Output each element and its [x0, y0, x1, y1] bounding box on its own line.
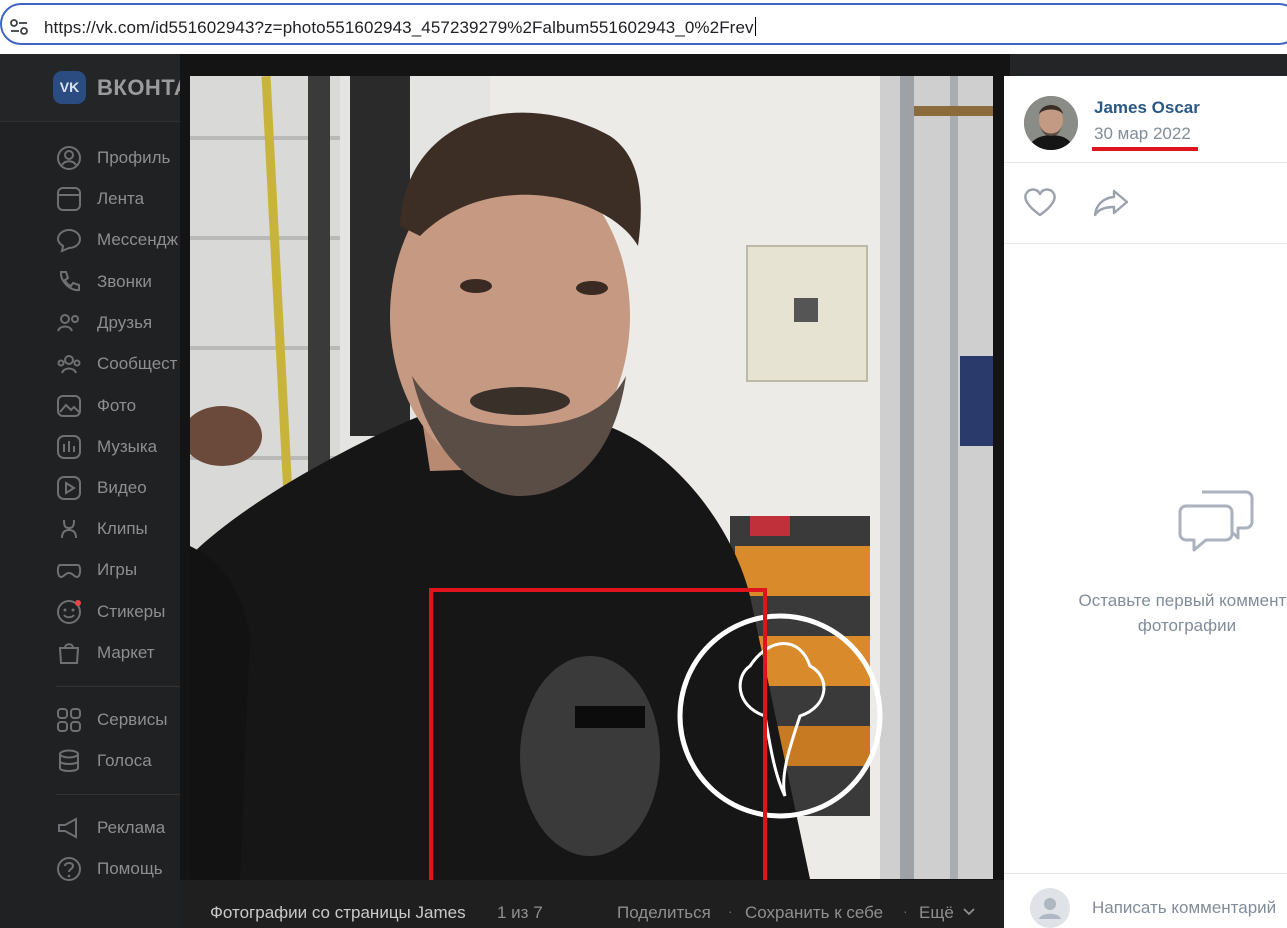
sidebar-item-friends[interactable]: Друзья — [56, 310, 196, 336]
site-settings-icon[interactable] — [10, 19, 28, 35]
chevron-down-icon — [962, 908, 975, 916]
sidebar-item-feed[interactable]: Лента — [56, 186, 196, 212]
more-link[interactable]: Ещё — [919, 903, 975, 923]
sidebar-item-label: Маркет — [97, 643, 155, 662]
sidebar-item-label: Музыка — [97, 437, 158, 456]
sidebar-item-clips[interactable]: Клипы — [56, 516, 196, 542]
sidebar-item-label: Фото — [97, 396, 137, 415]
current-user-avatar — [1030, 888, 1070, 928]
feed-icon — [57, 187, 81, 211]
sidebar-item-stickers[interactable]: Стикеры — [56, 599, 196, 625]
sidebar-divider — [56, 794, 181, 795]
sidebar-divider — [56, 686, 181, 687]
clips-icon — [61, 519, 77, 539]
album-label[interactable]: Фотографии со страницы James — [210, 903, 466, 923]
browser-toolbar: https://vk.com/id551602943?z=photo551602… — [0, 0, 1287, 54]
sidebar-item-label: Игры — [97, 560, 138, 579]
photo-counter: 1 из 7 — [497, 903, 543, 922]
sidebar-item-label: Голоса — [97, 751, 152, 770]
sidebar-item-profile[interactable]: Профиль — [56, 145, 196, 171]
messenger-icon — [56, 228, 82, 253]
sidebar-item-label: Помощь — [97, 859, 163, 878]
games-icon — [56, 564, 82, 579]
phone-icon — [59, 271, 80, 292]
market-icon — [58, 643, 80, 664]
communities-icon — [57, 355, 81, 374]
sidebar-item-label: Профиль — [97, 148, 171, 167]
sidebar-item-services[interactable]: Сервисы — [56, 707, 196, 733]
sidebar-item-label: Друзья — [97, 313, 153, 332]
sidebar-item-label: Реклама — [97, 818, 166, 837]
share-icon[interactable] — [1092, 188, 1130, 218]
sidebar-item-market[interactable]: Маркет — [56, 640, 196, 666]
comment-input[interactable] — [1092, 898, 1287, 918]
separator-dot: · — [728, 903, 733, 919]
photo-actions — [1004, 163, 1287, 244]
sidebar-item-phone[interactable]: Звонки — [56, 269, 196, 295]
author-name[interactable]: James Oscar — [1094, 98, 1200, 118]
music-icon — [57, 435, 81, 459]
comments-empty-icon — [1178, 490, 1254, 552]
sidebar-item-help[interactable]: Помощь — [56, 856, 196, 882]
friends-icon — [57, 314, 79, 332]
separator-dot: · — [903, 903, 908, 919]
sidebar-item-music[interactable]: Музыка — [56, 434, 196, 460]
sidebar-item-games[interactable]: Игры — [56, 557, 196, 583]
photo-date[interactable]: 30 мар 2022 — [1094, 124, 1191, 144]
sidebar-item-votes[interactable]: Голоса — [56, 748, 196, 774]
sidebar-item-communities[interactable]: Сообщест — [56, 351, 196, 377]
sidebar-item-photo[interactable]: Фото — [56, 393, 196, 419]
votes-icon — [59, 749, 79, 772]
sidebar-item-label: Видео — [97, 478, 147, 497]
author-avatar[interactable] — [1024, 96, 1078, 150]
sidebar-item-messenger[interactable]: Мессендж — [56, 227, 196, 253]
sidebar-item-label: Лента — [97, 189, 145, 208]
user-icon — [1039, 898, 1061, 919]
author-header: James Oscar 30 мар 2022 — [1004, 76, 1287, 163]
sidebar-item-label: Звонки — [97, 272, 152, 291]
sidebar-item-ads[interactable]: Реклама — [56, 815, 196, 841]
highlight-rectangle — [429, 588, 767, 888]
comment-composer — [1004, 873, 1287, 928]
address-bar[interactable]: https://vk.com/id551602943?z=photo551602… — [0, 3, 1287, 45]
vk-brand-name: ВКОНТА — [97, 75, 191, 100]
services-icon — [57, 708, 81, 732]
like-icon[interactable] — [1022, 186, 1058, 218]
save-link[interactable]: Сохранить к себе — [745, 903, 883, 923]
stickers-icon — [57, 600, 81, 624]
photo-icon — [57, 395, 81, 417]
sidebar-item-label: Мессендж — [97, 230, 178, 249]
viewer-footer: Фотографии со страницы James 1 из 7 Поде… — [180, 880, 1010, 928]
photo-side-panel: James Oscar 30 мар 2022 Оставьте первый … — [1004, 76, 1287, 928]
vk-logo[interactable]: VK — [53, 71, 86, 104]
empty-comments-text: Оставьте первый коммента фотографии — [1078, 591, 1287, 635]
help-icon — [57, 857, 81, 881]
date-highlight-underline — [1092, 147, 1198, 151]
video-icon — [57, 476, 81, 500]
share-link[interactable]: Поделиться — [617, 903, 711, 923]
sidebar-item-label: Стикеры — [97, 602, 166, 621]
sidebar-item-label: Клипы — [97, 519, 148, 538]
profile-icon — [57, 146, 81, 170]
sidebar-item-label: Сообщест — [97, 354, 178, 373]
sidebar-item-label: Сервисы — [97, 710, 168, 729]
ads-icon — [58, 817, 77, 839]
url-text[interactable]: https://vk.com/id551602943?z=photo551602… — [44, 17, 756, 38]
sidebar-item-video[interactable]: Видео — [56, 475, 196, 501]
